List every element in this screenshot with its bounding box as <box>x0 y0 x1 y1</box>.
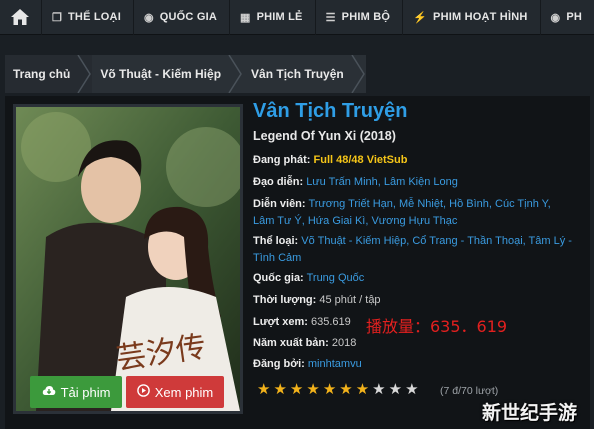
nav-item-country[interactable]: ◉ QUỐC GIA <box>134 0 230 35</box>
poster-image: 芸汐传 <box>16 107 240 411</box>
year-value: 2018 <box>331 337 357 349</box>
copy-icon: ❐ <box>51 11 63 24</box>
star-icon[interactable]: ★ <box>356 382 369 397</box>
info-label: Quốc gia: <box>253 272 304 284</box>
chevron-right-icon <box>77 55 92 93</box>
breadcrumb-label: Trang chủ <box>13 67 71 81</box>
info-row-year: Năm xuất bản: 2018 <box>253 335 583 352</box>
nav-item-series[interactable]: ☰ PHIM BỘ <box>316 0 404 35</box>
nav-item-single-movies[interactable]: ▦ PHIM LẺ <box>230 0 316 35</box>
site-watermark-logo: 新世纪手游 <box>482 402 578 424</box>
movie-subtitle: Legend Of Yun Xi (2018) <box>253 129 396 143</box>
nav-item-label: QUỐC GIA <box>159 11 217 23</box>
nav-item-label: PHIM BỘ <box>341 11 391 23</box>
breadcrumb-label: Võ Thuật - Kiếm Hiệp <box>100 67 222 81</box>
star-icon[interactable]: ★ <box>323 382 336 397</box>
nav-item-animation[interactable]: ⚡ PHIM HOẠT HÌNH <box>403 0 541 35</box>
info-label: Đăng bởi: <box>253 358 305 370</box>
play-count-watermark: 播放量：635．619 <box>366 317 508 336</box>
info-row-cast: Diễn viên: Trương Triết Hạn, Mễ Nhiệt, H… <box>253 196 583 230</box>
info-row-director: Đạo diễn: Lưu Trấn Minh, Lâm Kiện Long <box>253 174 583 191</box>
nav-item-label: PHIM LẺ <box>256 11 303 23</box>
list-icon: ☰ <box>325 11 336 24</box>
genre-links[interactable]: Tình Cảm <box>253 252 301 264</box>
uploader-link[interactable]: minhtamvu <box>308 358 362 370</box>
download-button[interactable]: Tải phim <box>30 376 122 408</box>
star-icon[interactable]: ★ <box>405 382 418 397</box>
breadcrumb-label: Vân Tịch Truyện <box>251 67 344 81</box>
status-value: Full 48/48 VietSub <box>313 154 408 166</box>
nav-item-label: THỂ LOẠI <box>68 11 121 23</box>
info-row-status: Đang phát: Full 48/48 VietSub <box>253 152 583 169</box>
watch-button[interactable]: Xem phim <box>126 376 224 408</box>
movie-title: Vân Tịch Truyện <box>253 100 408 122</box>
info-label: Thời lượng: <box>253 294 317 306</box>
star-icon[interactable]: ★ <box>290 382 303 397</box>
info-row-country: Quốc gia: Trung Quốc <box>253 270 583 287</box>
breadcrumb-current[interactable]: Vân Tịch Truyện <box>243 55 366 93</box>
cast-links[interactable]: Lâm Tư Ý, Hứa Giai Kì, Vương Hựu Thạc <box>253 215 457 227</box>
cloud-download-icon <box>42 385 56 400</box>
film-icon: ▦ <box>239 11 251 24</box>
chevron-right-icon <box>228 55 242 93</box>
info-row-duration: Thời lượng: 45 phút / tập <box>253 292 583 309</box>
movie-poster[interactable]: 芸汐传 <box>13 104 243 414</box>
info-row-genre: Thể loại: Võ Thuật - Kiếm Hiệp, Cổ Trang… <box>253 233 583 267</box>
info-label: Đang phát: <box>253 154 311 166</box>
cast-links[interactable]: Trương Triết Hạn, Mễ Nhiệt, Hồ Bình, Cúc… <box>308 198 550 210</box>
info-label: Thể loại: <box>253 235 299 247</box>
rating-stars[interactable]: ★ ★ ★ ★ ★ ★ ★ ★ ★ ★ <box>257 382 422 397</box>
country-link[interactable]: Trung Quốc <box>307 272 365 284</box>
nav-item-genre[interactable]: ❐ THỂ LOẠI <box>42 0 134 35</box>
director-link[interactable]: Lưu Trấn Minh, Lâm Kiện Long <box>306 176 458 188</box>
nav-item-more[interactable]: ◉ PH <box>541 0 594 35</box>
star-icon[interactable]: ★ <box>372 382 385 397</box>
star-icon[interactable]: ★ <box>339 382 352 397</box>
info-label: Lượt xem: <box>253 316 308 328</box>
star-icon[interactable]: ★ <box>273 382 286 397</box>
star-icon[interactable]: ★ <box>306 382 319 397</box>
nav-item-label: PHIM HOẠT HÌNH <box>433 11 528 23</box>
rating-votes: (7 đ/70 lượt) <box>440 385 499 397</box>
info-label: Đạo diễn: <box>253 176 304 188</box>
nav-item-label: PH <box>566 11 582 23</box>
home-button[interactable] <box>0 0 42 35</box>
info-label: Năm xuất bản: <box>253 337 329 349</box>
star-icon[interactable]: ★ <box>257 382 270 397</box>
eye-icon: ◉ <box>550 11 561 24</box>
download-button-label: Tải phim <box>60 384 111 400</box>
info-label: Diễn viên: <box>253 198 306 210</box>
chevron-right-icon <box>351 55 365 93</box>
breadcrumb-category[interactable]: Võ Thuật - Kiếm Hiệp <box>92 55 244 93</box>
globe-icon: ◉ <box>143 11 154 24</box>
watch-button-label: Xem phim <box>154 384 214 400</box>
duration-value: 45 phút / tập <box>319 294 381 306</box>
home-icon <box>11 9 30 25</box>
play-circle-icon <box>136 384 150 400</box>
bolt-icon: ⚡ <box>413 11 428 24</box>
breadcrumb-home[interactable]: Trang chủ <box>5 55 93 93</box>
info-row-uploader: Đăng bởi: minhtamvu <box>253 356 583 373</box>
star-icon[interactable]: ★ <box>389 382 402 397</box>
genre-links[interactable]: Võ Thuật - Kiếm Hiệp, Cổ Trang - Thần Th… <box>301 235 572 247</box>
breadcrumb: Trang chủ Võ Thuật - Kiếm Hiệp Vân Tịch … <box>5 55 590 93</box>
top-nav: ❐ THỂ LOẠI ◉ QUỐC GIA ▦ PHIM LẺ ☰ PHIM B… <box>0 0 594 35</box>
views-value: 635.619 <box>310 316 351 328</box>
